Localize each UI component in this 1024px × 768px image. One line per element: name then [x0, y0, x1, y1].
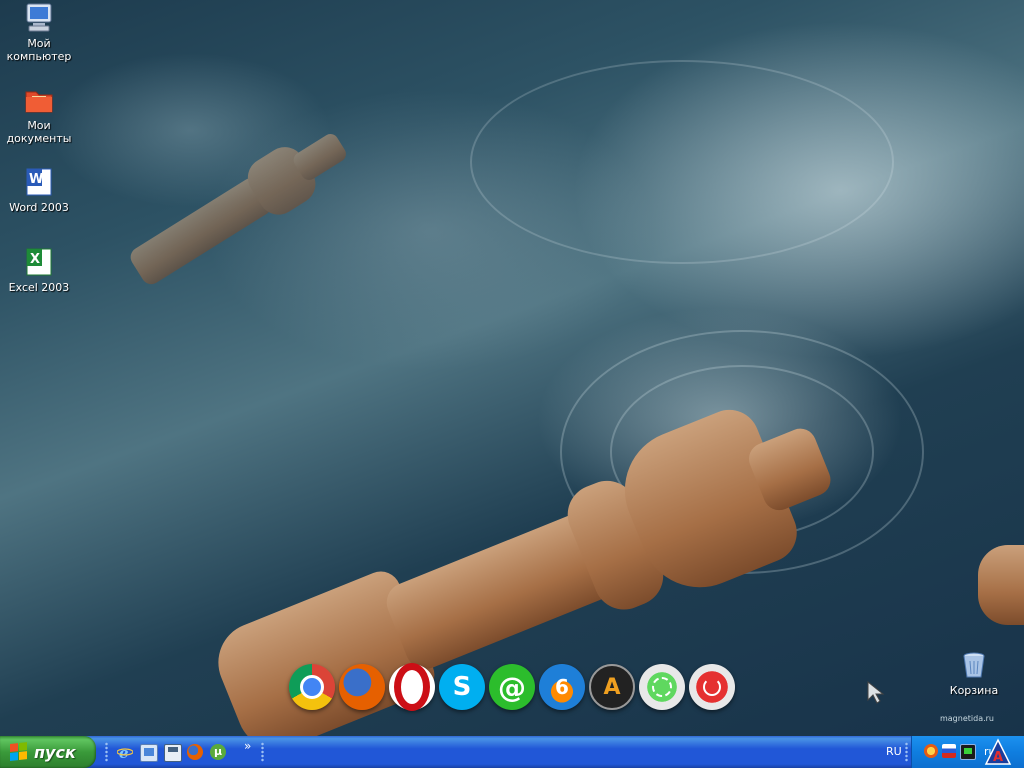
- recycle-bin-icon: [958, 649, 990, 681]
- desktop-icon-label: Мои документы: [6, 119, 72, 145]
- mouse-cursor-icon: [867, 680, 885, 704]
- shutdown-icon[interactable]: [689, 664, 735, 710]
- toolbar-grip[interactable]: [261, 742, 264, 762]
- firefox-icon[interactable]: [339, 664, 385, 710]
- documents-folder-icon: [23, 84, 55, 116]
- desktop-icon-my-documents[interactable]: Мои документы: [0, 84, 79, 145]
- app-dock: S @ 6 A: [289, 663, 735, 712]
- start-label: пуск: [34, 742, 76, 762]
- windows-logo-icon: [10, 742, 28, 762]
- nero-burn-icon[interactable]: 6: [539, 664, 585, 710]
- desktop-icon-label: Excel 2003: [8, 281, 70, 294]
- start-button[interactable]: пуск: [0, 736, 96, 768]
- chrome-icon[interactable]: [289, 664, 335, 710]
- watermark: magnetida.ru: [939, 714, 994, 723]
- taskbar: пуск e µ » RU ru A: [0, 736, 1024, 768]
- quick-launch-overflow[interactable]: »: [244, 739, 251, 753]
- computer-icon: [23, 2, 55, 34]
- desktop-icon-recycle-bin[interactable]: Корзина: [934, 649, 1014, 697]
- ie-icon[interactable]: e: [116, 744, 134, 762]
- antivirus-icon[interactable]: [924, 744, 938, 758]
- flag-icon[interactable]: [942, 744, 956, 758]
- chess-king-reflection: [62, 45, 408, 375]
- toolbar-grip[interactable]: [905, 742, 908, 762]
- show-desktop-icon[interactable]: [140, 744, 158, 762]
- skype-icon[interactable]: S: [439, 664, 485, 710]
- aimp-icon[interactable]: A: [589, 664, 635, 710]
- network-icon[interactable]: [960, 744, 976, 760]
- svg-text:e: e: [119, 744, 129, 760]
- desktop-icon-label: Корзина: [949, 684, 999, 697]
- desktop[interactable]: Мой компьютер Мои документы W Word 2003 X …: [0, 0, 1024, 736]
- svg-text:W: W: [29, 172, 43, 187]
- restart-icon[interactable]: [639, 664, 685, 710]
- watermark-logo-icon: A: [984, 738, 1012, 765]
- desktop-icon-label: Мой компьютер: [6, 37, 72, 63]
- mail-agent-icon[interactable]: @: [489, 664, 535, 710]
- svg-text:X: X: [30, 252, 40, 267]
- desktop-icon-my-computer[interactable]: Мой компьютер: [0, 2, 79, 63]
- system-tray: ru A: [911, 736, 1024, 768]
- svg-text:A: A: [993, 750, 1003, 765]
- chess-piece-edge: [978, 545, 1024, 625]
- word-icon: W: [23, 166, 55, 198]
- water-ripple: [470, 60, 894, 264]
- firefox-icon[interactable]: [187, 744, 203, 760]
- excel-icon: X: [23, 246, 55, 278]
- language-indicator[interactable]: RU: [886, 745, 902, 758]
- desktop-icon-excel[interactable]: X Excel 2003: [0, 246, 79, 294]
- desktop-icon-word[interactable]: W Word 2003: [0, 166, 79, 214]
- toolbar-grip[interactable]: [105, 742, 108, 762]
- save-icon[interactable]: [164, 744, 182, 762]
- utorrent-icon[interactable]: µ: [210, 744, 226, 760]
- opera-icon[interactable]: [389, 663, 435, 711]
- desktop-icon-label: Word 2003: [9, 201, 69, 214]
